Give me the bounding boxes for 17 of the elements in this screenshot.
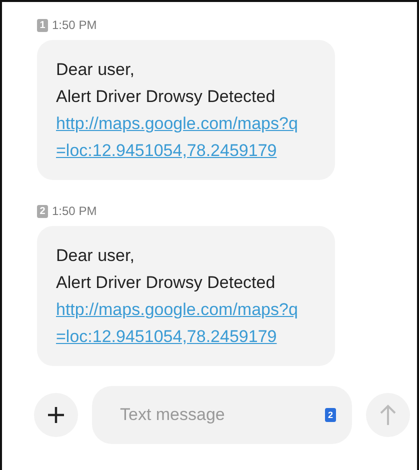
message-time: 1:50 PM: [52, 17, 97, 34]
sim-badge: 1: [37, 18, 48, 32]
sim-badge[interactable]: 2: [325, 408, 336, 422]
message-text: Dear user,: [56, 245, 134, 267]
sim-badge: 2: [37, 204, 48, 218]
map-link[interactable]: =loc:12.9451054,78.2459179: [56, 137, 277, 164]
map-link[interactable]: http://maps.google.com/maps?q: [56, 296, 298, 323]
message-text: Dear user,: [56, 59, 134, 81]
message-input-field[interactable]: Text message 2: [92, 386, 352, 444]
map-link[interactable]: =loc:12.9451054,78.2459179: [56, 323, 277, 350]
up-arrow-icon: [380, 404, 396, 426]
attach-button[interactable]: [34, 393, 78, 437]
map-link[interactable]: http://maps.google.com/maps?q: [56, 110, 298, 137]
message-text: Alert Driver Drowsy Detected: [56, 86, 276, 108]
plus-icon: [47, 406, 65, 424]
message-text: Alert Driver Drowsy Detected: [56, 272, 276, 294]
message-time: 1:50 PM: [52, 203, 97, 220]
